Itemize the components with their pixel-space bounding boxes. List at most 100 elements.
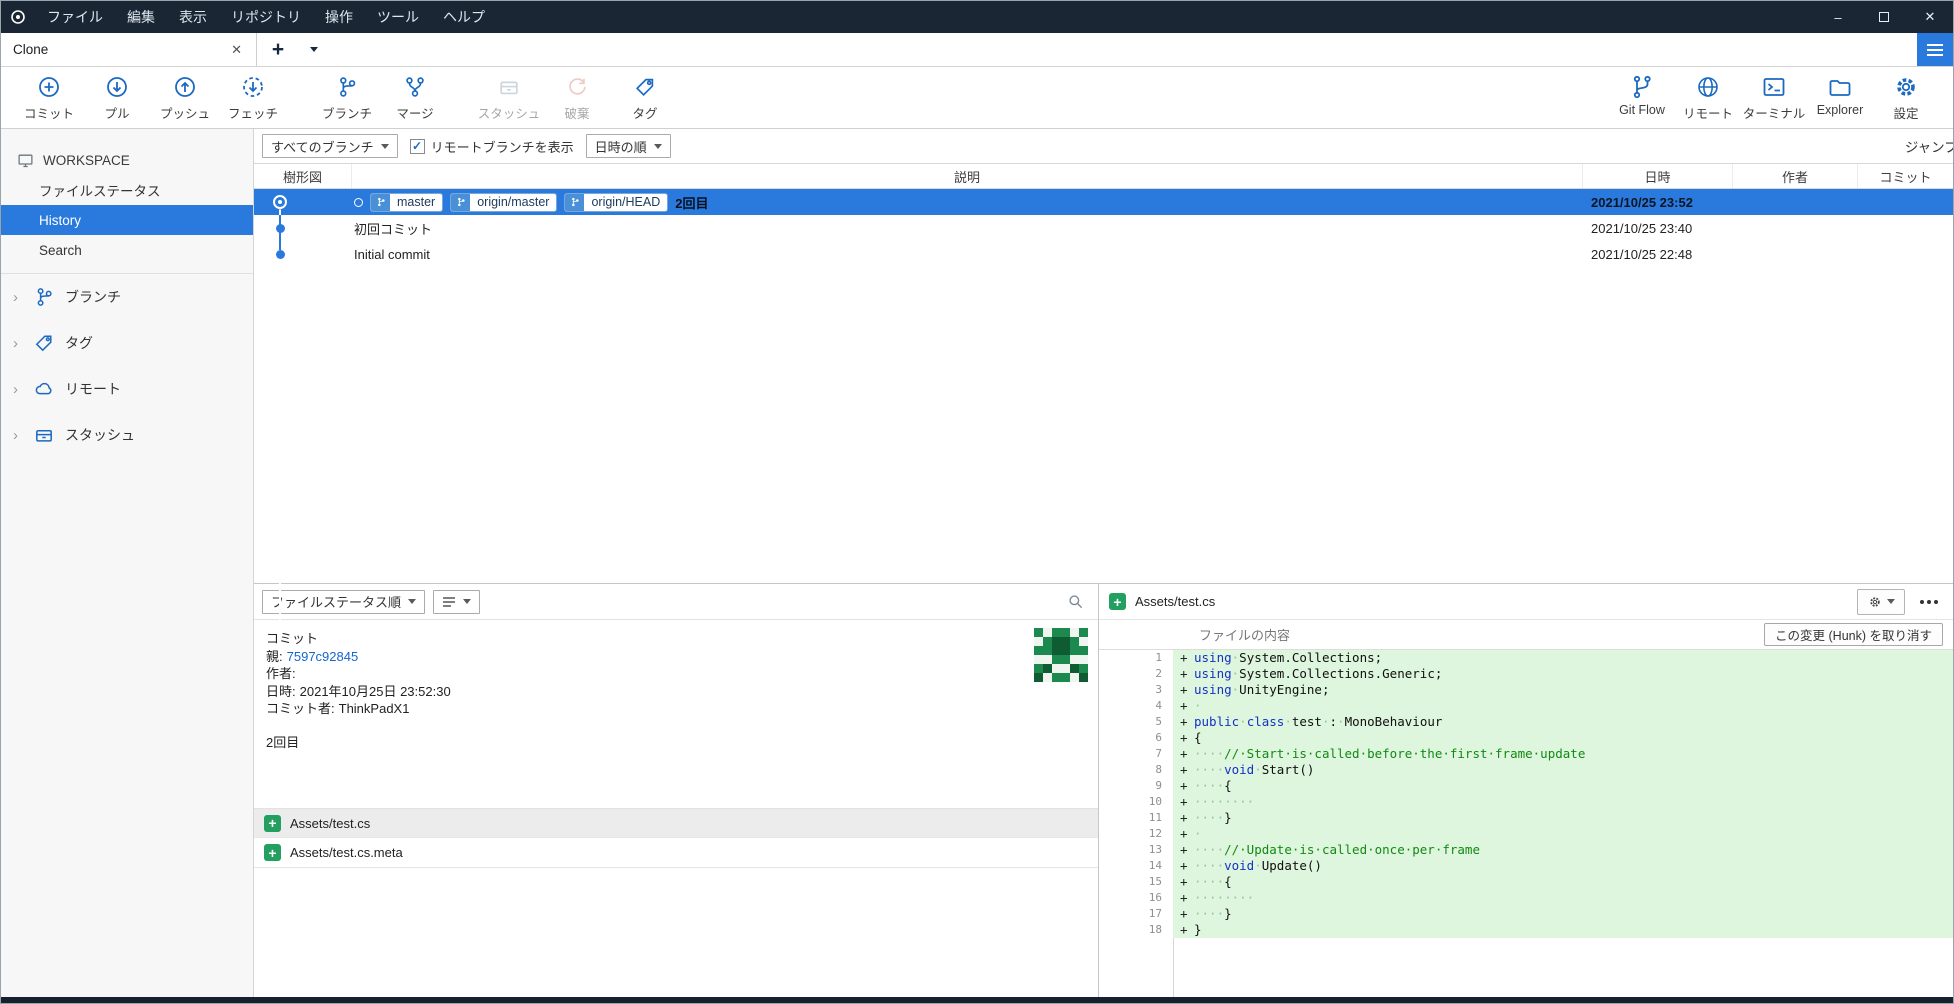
line-number: 16 <box>1148 891 1162 904</box>
column-header-3[interactable]: 作者 <box>1733 164 1858 188</box>
view-options-dropdown[interactable] <box>433 589 481 614</box>
branch-filter-dropdown[interactable]: すべてのブランチ <box>262 134 398 158</box>
file-added-icon: + <box>264 844 281 861</box>
toolbar-button-explorer[interactable]: Explorer <box>1807 73 1873 122</box>
column-header-4[interactable]: コミット <box>1858 164 1953 188</box>
sidebar-item-file-status[interactable]: ファイルステータス <box>1 175 253 205</box>
toolbar-button-gitflow[interactable]: Git Flow <box>1609 73 1675 122</box>
workspace-items: ファイルステータス History Search <box>1 175 253 265</box>
gear-icon <box>1868 595 1882 609</box>
tab-dropdown-button[interactable] <box>299 33 329 66</box>
line-number: 2 <box>1155 667 1162 680</box>
commit-message: Initial commit <box>354 246 430 262</box>
commit-row-2[interactable]: Initial commit 2021/10/25 22:48 <box>254 241 1953 267</box>
commit-details: コミット 親: 7597c92845 作者: 日時: 2021年10月25日 23:… <box>254 620 1098 808</box>
diff-options-button[interactable] <box>1857 588 1905 615</box>
menu-item-5[interactable]: ツール <box>365 1 431 33</box>
file-row-0[interactable]: + Assets/test.cs <box>254 808 1098 838</box>
toolbar-button-commit[interactable]: コミット <box>15 73 83 122</box>
diff-code: + ····//·Start·is·called·before·the·first… <box>1173 746 1953 762</box>
workspace-icon <box>17 152 34 169</box>
changed-file-list: + Assets/test.cs + Assets/test.cs.meta <box>254 808 1098 868</box>
sidebar-section-tags[interactable]: › タグ <box>1 320 253 366</box>
search-icon[interactable] <box>1067 593 1084 610</box>
tab-clone[interactable]: Clone ✕ <box>1 33 257 66</box>
author-label: 作者: <box>266 666 296 681</box>
list-view-icon <box>442 596 456 608</box>
branch-filter-label: すべてのブランチ <box>271 139 374 155</box>
title-bar: ファイル 編集 表示 リポジトリ 操作 ツール ヘルプ – ✕ <box>1 1 1953 33</box>
parent-commit-link[interactable]: 7597c92845 <box>287 649 359 664</box>
commit-row-1[interactable]: 初回コミット 2021/10/25 23:40 <box>254 215 1953 241</box>
column-header-1[interactable]: 説明 <box>352 164 1583 188</box>
minimize-button[interactable]: – <box>1815 1 1861 33</box>
ref-label[interactable]: origin/master <box>450 192 558 212</box>
chevron-down-icon <box>408 599 417 604</box>
sidebar-section-stashes[interactable]: › スタッシュ <box>1 412 253 458</box>
file-sort-label: ファイルステータス順 <box>271 595 402 610</box>
commit-message: 2回目 <box>675 195 709 211</box>
toolbar-button-settings[interactable]: 設定 <box>1873 73 1939 122</box>
menu-item-4[interactable]: 操作 <box>313 1 365 33</box>
toolbar-button-remote[interactable]: リモート <box>1675 73 1741 122</box>
notifications-menu-button[interactable] <box>1917 33 1953 66</box>
line-number: 12 <box>1148 827 1162 840</box>
diff-code: + ····{ <box>1173 778 1953 794</box>
show-remote-branches-checkbox[interactable]: ✓ リモートブランチを表示 <box>409 137 574 156</box>
more-options-button[interactable] <box>1915 599 1943 605</box>
line-number: 15 <box>1148 875 1162 888</box>
menu-item-1[interactable]: 編集 <box>115 1 167 33</box>
sidebar-section-remotes[interactable]: › リモート <box>1 366 253 412</box>
graph-current-node-icon <box>273 195 287 209</box>
toolbar-button-branch[interactable]: ブランチ <box>313 73 381 122</box>
toolbar-right: Git Flow リモート ターミナル Explorer 設定 <box>1609 73 1939 122</box>
toolbar-button-discard: 破棄 <box>543 73 611 122</box>
line-number: 5 <box>1155 715 1162 728</box>
file-row-1[interactable]: + Assets/test.cs.meta <box>254 838 1098 868</box>
file-sort-dropdown[interactable]: ファイルステータス順 <box>262 589 426 614</box>
diff-line-17: 17 + ····} <box>1099 906 1953 922</box>
menu-item-3[interactable]: リポジトリ <box>219 1 313 33</box>
parent-label: 親: <box>266 648 283 664</box>
toolbar-button-push[interactable]: プッシュ <box>151 73 219 122</box>
sidebar-item-search[interactable]: Search <box>1 235 253 265</box>
toolbar-button-tag[interactable]: タグ <box>611 73 679 122</box>
diff-line-10: 10 + ········ <box>1099 794 1953 810</box>
sidebar-item-history[interactable]: History <box>1 205 253 235</box>
discard-icon <box>564 73 591 100</box>
line-number: 8 <box>1155 763 1162 776</box>
discard-hunk-button[interactable]: この変更 (Hunk) を取り消す <box>1764 623 1943 646</box>
sidebar-section-branches[interactable]: › ブランチ <box>1 274 253 320</box>
column-header-2[interactable]: 日時 <box>1583 164 1733 188</box>
diff-code: + ····} <box>1173 810 1953 826</box>
ref-label[interactable]: master <box>370 192 444 212</box>
new-tab-button[interactable]: + <box>257 33 299 66</box>
line-number: 6 <box>1155 731 1162 744</box>
menu-item-2[interactable]: 表示 <box>167 1 219 33</box>
tab-close-icon[interactable]: ✕ <box>229 42 244 58</box>
ref-label[interactable]: origin/HEAD <box>564 192 669 212</box>
toolbar-button-merge[interactable]: マージ <box>381 73 449 122</box>
stash-icon <box>33 424 55 446</box>
description-cell: Initial commit <box>352 241 1583 267</box>
column-header-0[interactable]: 樹形図 <box>254 164 352 188</box>
chevron-down-icon <box>463 599 472 604</box>
terminal-icon <box>1761 73 1788 100</box>
window-controls: – ✕ <box>1815 1 1953 33</box>
commit-row-0[interactable]: master origin/master origin/HEAD 2回目 2021/10… <box>254 189 1953 623</box>
maximize-button[interactable] <box>1861 1 1907 33</box>
toolbar-button-fetch[interactable]: フェッチ <box>219 73 287 122</box>
toolbar-button-pull[interactable]: プル <box>83 73 151 122</box>
sidebar: WORKSPACE ファイルステータス History Search › ブランチ › タ… <box>1 129 254 997</box>
sort-order-dropdown[interactable]: 日時の順 <box>585 134 671 158</box>
sort-order-label: 日時の順 <box>594 139 647 155</box>
chevron-right-icon: › <box>13 380 18 398</box>
toolbar-button-terminal[interactable]: ターミナル <box>1741 73 1807 122</box>
menu-item-0[interactable]: ファイル <box>35 1 115 33</box>
menu-item-6[interactable]: ヘルプ <box>431 1 497 33</box>
description-cell: 初回コミット <box>352 215 1583 241</box>
committer-value: ThinkPadX1 <box>338 701 410 716</box>
diff-code: + ····{ <box>1173 874 1953 890</box>
close-button[interactable]: ✕ <box>1907 1 1953 33</box>
graph-node-icon <box>275 249 285 259</box>
